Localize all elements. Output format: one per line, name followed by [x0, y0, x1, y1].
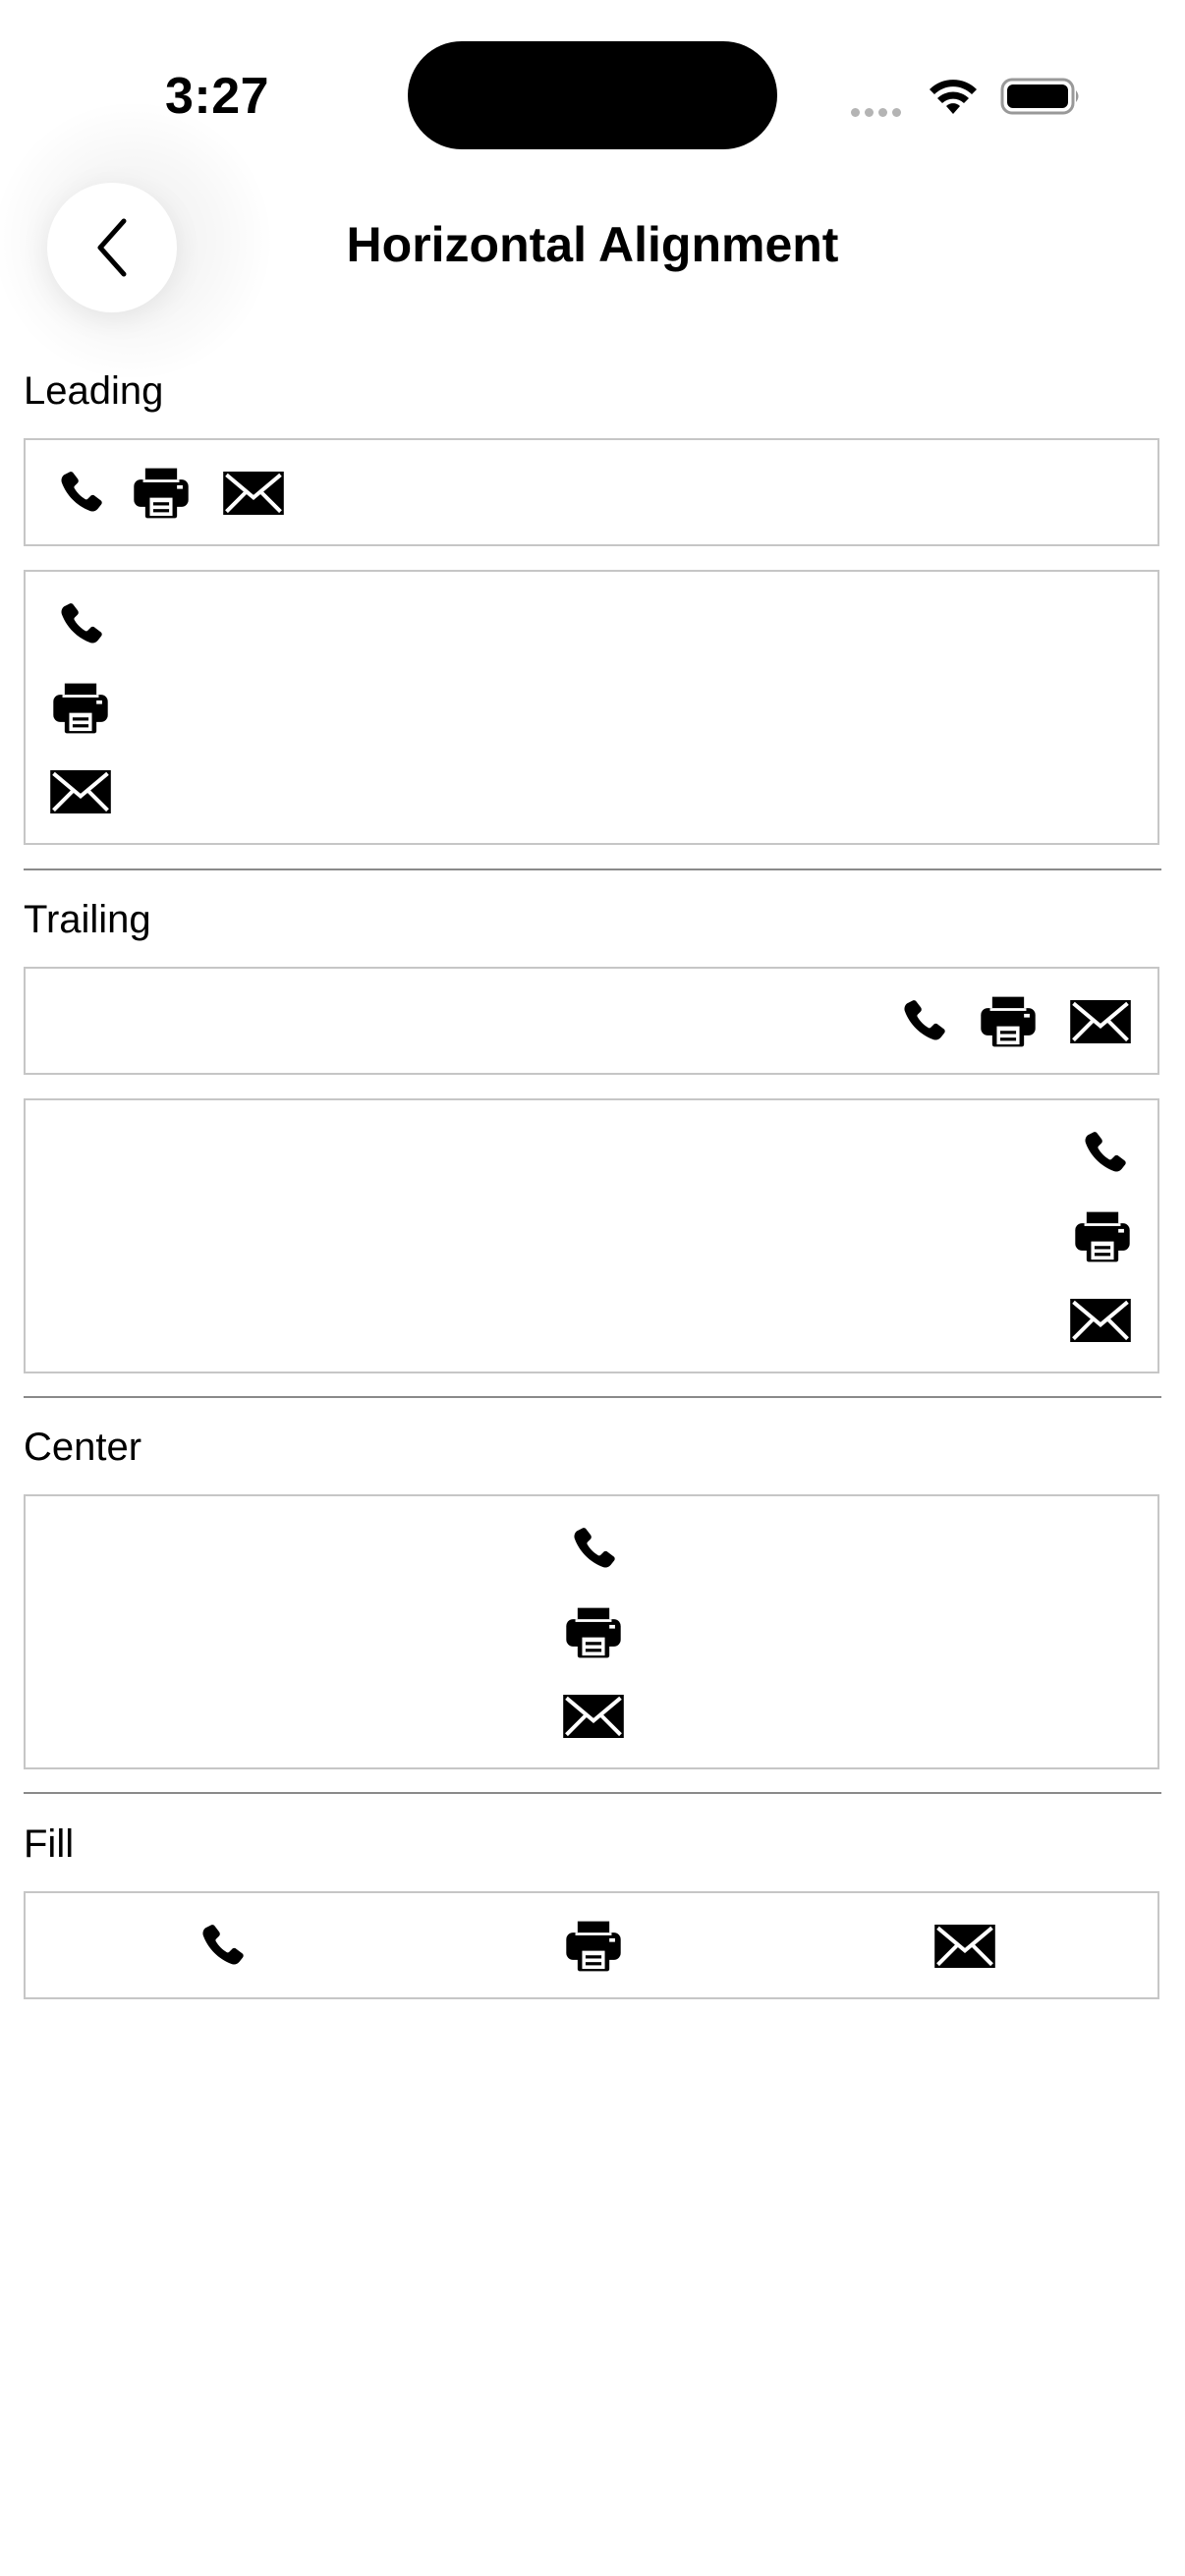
section-label-center: Center — [24, 1426, 142, 1469]
phone-icon — [53, 597, 108, 652]
section-label-fill: Fill — [24, 1822, 75, 1866]
leading-horizontal-stack — [24, 438, 1159, 546]
envelope-icon — [49, 764, 112, 819]
section-divider — [24, 1792, 1161, 1794]
phone-icon — [566, 1522, 621, 1577]
section-label-trailing: Trailing — [24, 898, 151, 941]
envelope-icon — [562, 1689, 625, 1744]
envelope-icon — [222, 466, 285, 521]
envelope-icon — [1069, 994, 1132, 1049]
fill-horizontal-stack — [24, 1891, 1159, 1999]
phone-icon — [195, 1919, 250, 1974]
printer-icon — [564, 1919, 623, 1974]
envelope-icon — [1069, 1293, 1132, 1348]
printer-icon — [51, 681, 110, 736]
leading-vertical-stack — [24, 570, 1159, 845]
phone-icon — [1077, 1126, 1132, 1181]
cellular-signal-icon — [851, 104, 906, 117]
section-divider — [24, 1396, 1161, 1398]
trailing-vertical-stack — [24, 1098, 1159, 1373]
trailing-horizontal-stack — [24, 967, 1159, 1075]
envelope-icon — [933, 1919, 996, 1974]
page-title: Horizontal Alignment — [346, 217, 839, 272]
phone-icon — [53, 466, 108, 521]
printer-icon — [132, 466, 191, 521]
printer-icon — [1073, 1209, 1132, 1264]
printer-icon — [979, 994, 1038, 1049]
phone-icon — [896, 994, 951, 1049]
section-label-leading: Leading — [24, 369, 164, 413]
center-vertical-stack — [24, 1494, 1159, 1769]
wifi-icon — [928, 77, 979, 116]
battery-icon — [1000, 77, 1083, 116]
section-divider — [24, 868, 1161, 870]
dynamic-island — [408, 41, 777, 149]
printer-icon — [564, 1605, 623, 1660]
